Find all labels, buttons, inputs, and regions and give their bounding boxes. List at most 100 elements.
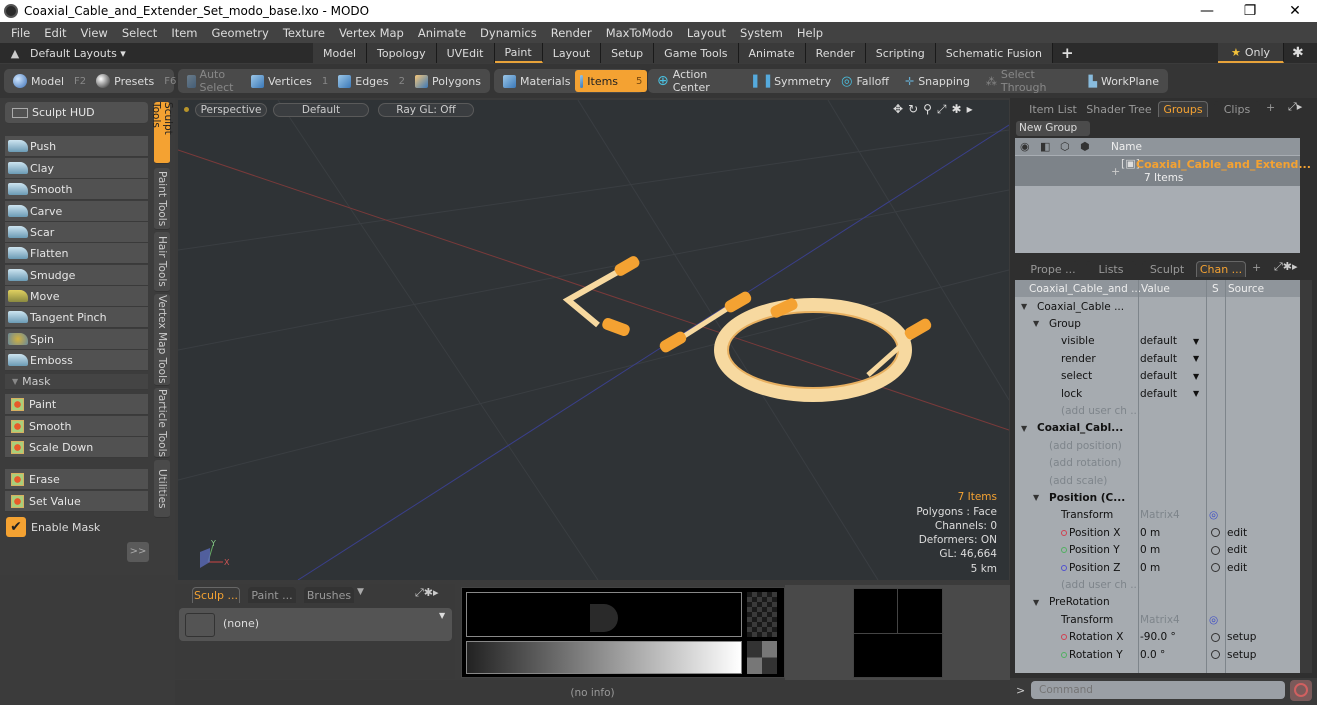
channel-value[interactable]: Matrix4 [1140, 614, 1180, 626]
vtab-particle-tools[interactable]: Particle Tools [154, 388, 170, 458]
channel-state-radio[interactable] [1211, 650, 1220, 659]
tab-topology[interactable]: Topology [367, 43, 437, 63]
tool-clay[interactable]: Clay [5, 158, 148, 179]
workplane-button[interactable]: ▙ WorkPlane [1084, 70, 1165, 92]
only-toggle[interactable]: ★ Only [1218, 43, 1284, 63]
expand-arrow-icon[interactable]: ▼ [1021, 302, 1027, 311]
tool-smooth[interactable]: Smooth [5, 179, 148, 200]
select-column-icon[interactable]: ⬢ [1080, 140, 1090, 153]
tab-brushes[interactable]: Brushes [304, 587, 354, 603]
channel-value[interactable]: 0 m [1140, 562, 1160, 574]
sculpt-hud-button[interactable]: Sculpt HUD [5, 102, 148, 124]
expand-arrow-icon[interactable]: ▼ [1033, 598, 1039, 607]
expand-arrow-icon[interactable]: ▼ [1021, 424, 1027, 433]
tab-groups[interactable]: Groups [1158, 101, 1208, 117]
brush-panel-controls-icon[interactable]: ⤢✱▸ [415, 586, 439, 600]
channel-row[interactable]: (add rotation) [1015, 455, 1300, 472]
menu-animate[interactable]: Animate [411, 26, 473, 40]
menu-maxtomodo[interactable]: MaxToModo [599, 26, 680, 40]
render-column-icon[interactable]: ◧ [1040, 140, 1050, 153]
menu-view[interactable]: View [74, 26, 115, 40]
vtab-hair-tools[interactable]: Hair Tools [154, 232, 170, 292]
tool-push[interactable]: Push [5, 136, 148, 157]
close-button[interactable]: ✕ [1273, 0, 1317, 22]
menu-dynamics[interactable]: Dynamics [473, 26, 544, 40]
tab-uvedit[interactable]: UVEdit [436, 43, 495, 63]
tab-item-list[interactable]: Item List [1028, 101, 1078, 117]
channels-scrollbar[interactable] [1300, 280, 1312, 673]
expand-button[interactable]: >> [127, 542, 149, 562]
tool-scar[interactable]: Scar [5, 222, 148, 243]
tab-render[interactable]: Render [805, 43, 866, 63]
minimize-button[interactable]: — [1185, 0, 1229, 22]
pan-icon[interactable]: ✥ [893, 102, 903, 117]
channel-state-radio[interactable] [1211, 563, 1220, 572]
add-tab-button[interactable]: + [1053, 44, 1082, 62]
transform-gear-icon[interactable]: ◎ [1209, 509, 1218, 521]
value-dropdown-icon[interactable]: ▼ [1193, 354, 1199, 363]
value-dropdown-icon[interactable]: ▼ [1193, 372, 1199, 381]
settings-gear-icon[interactable]: ✱ [1292, 45, 1304, 61]
symmetry-button[interactable]: ▌▐ Symmetry [748, 70, 831, 92]
mask-erase[interactable]: Erase [5, 469, 148, 490]
panel-maximize-icon[interactable]: ⤢▸ [1288, 100, 1302, 114]
enable-mask-checkbox[interactable]: ✔ [6, 517, 26, 537]
menu-file[interactable]: File [4, 26, 37, 40]
tab-properties[interactable]: Prope ... [1028, 261, 1078, 277]
coaxial-cable-model[interactable] [562, 254, 933, 402]
channel-row[interactable]: render default ▼ [1015, 350, 1300, 367]
mask-section-header[interactable]: ▼ Mask [5, 374, 148, 390]
channel-value[interactable]: default [1140, 370, 1177, 382]
channel-row[interactable]: (add scale) [1015, 472, 1300, 489]
channel-state-radio[interactable] [1211, 632, 1220, 642]
polygons-button[interactable]: Polygons [410, 70, 486, 92]
tool-emboss[interactable]: Emboss [5, 350, 148, 371]
tab-schematic-fusion[interactable]: Schematic Fusion [935, 43, 1054, 63]
falloff-button[interactable]: ◎ Falloff [836, 70, 894, 92]
record-macro-button[interactable] [1290, 680, 1312, 701]
channel-row[interactable]: select default ▼ [1015, 368, 1300, 385]
brush-preset-selector[interactable]: (none) ▼ [179, 608, 452, 641]
tab-shader-tree[interactable]: Shader Tree [1086, 101, 1152, 117]
value-dropdown-icon[interactable]: ▼ [1193, 389, 1199, 398]
tab-setup[interactable]: Setup [601, 43, 655, 63]
channel-row[interactable]: ▼ Group [1015, 315, 1300, 332]
expand-arrow-icon[interactable]: ▼ [1033, 319, 1039, 328]
viewport-more-icon[interactable]: ▸ [967, 102, 973, 117]
visibility-column-icon[interactable]: ◉ [1020, 140, 1030, 153]
materials-button[interactable]: Materials [498, 70, 575, 92]
menu-texture[interactable]: Texture [276, 26, 332, 40]
expand-group-icon[interactable]: + [1111, 165, 1120, 178]
tool-carve[interactable]: Carve [5, 201, 148, 222]
tab-channels[interactable]: Chan ... [1196, 261, 1246, 277]
mask-scale-down[interactable]: Scale Down [5, 437, 148, 458]
channel-row[interactable]: Transform Matrix4 ◎ [1015, 611, 1300, 628]
rotate-icon[interactable]: ↻ [908, 102, 918, 117]
channel-row[interactable]: (add user ch ... [1015, 576, 1300, 593]
channel-row[interactable]: Position Z 0 m edit [1015, 559, 1300, 576]
tab-scripting[interactable]: Scripting [865, 43, 936, 63]
channel-state-radio[interactable] [1211, 528, 1220, 538]
menu-render[interactable]: Render [544, 26, 599, 40]
items-button[interactable]: Items 5 [575, 70, 648, 92]
snapping-button[interactable]: ✛ Snapping [900, 70, 975, 92]
menu-edit[interactable]: Edit [37, 26, 73, 40]
select-through-button[interactable]: ⁂ Select Through [981, 68, 1078, 94]
zoom-icon[interactable]: ⚲ [923, 102, 932, 117]
tab-animate[interactable]: Animate [738, 43, 806, 63]
tool-tangent-pinch[interactable]: Tangent Pinch [5, 307, 148, 328]
edges-button[interactable]: Edges 2 [333, 70, 410, 92]
presets-button[interactable]: Presets F6 [91, 70, 181, 92]
action-center-button[interactable]: ⊕ Action Center [652, 68, 742, 94]
tab-paint[interactable]: Paint [494, 43, 543, 63]
channel-row[interactable]: Rotation X -90.0 ° setup [1015, 629, 1300, 646]
raygl-toggle[interactable]: Ray GL: Off [378, 103, 474, 117]
brush-tabs-dropdown-icon[interactable]: ▼ [357, 587, 364, 597]
tab-sculpt-brush[interactable]: Sculp ... [192, 587, 240, 603]
channel-row[interactable]: (add user ch ... [1015, 402, 1300, 419]
mask-paint[interactable]: Paint [5, 394, 148, 415]
channel-row[interactable]: Position X 0 m edit [1015, 524, 1300, 541]
model-mode-button[interactable]: Model F2 [8, 70, 91, 92]
vtab-vertex-map-tools[interactable]: Vertex Map Tools [154, 294, 170, 386]
group-row[interactable]: + [▣] Coaxial_Cable_and_Extend... 7 Item… [1015, 156, 1311, 186]
